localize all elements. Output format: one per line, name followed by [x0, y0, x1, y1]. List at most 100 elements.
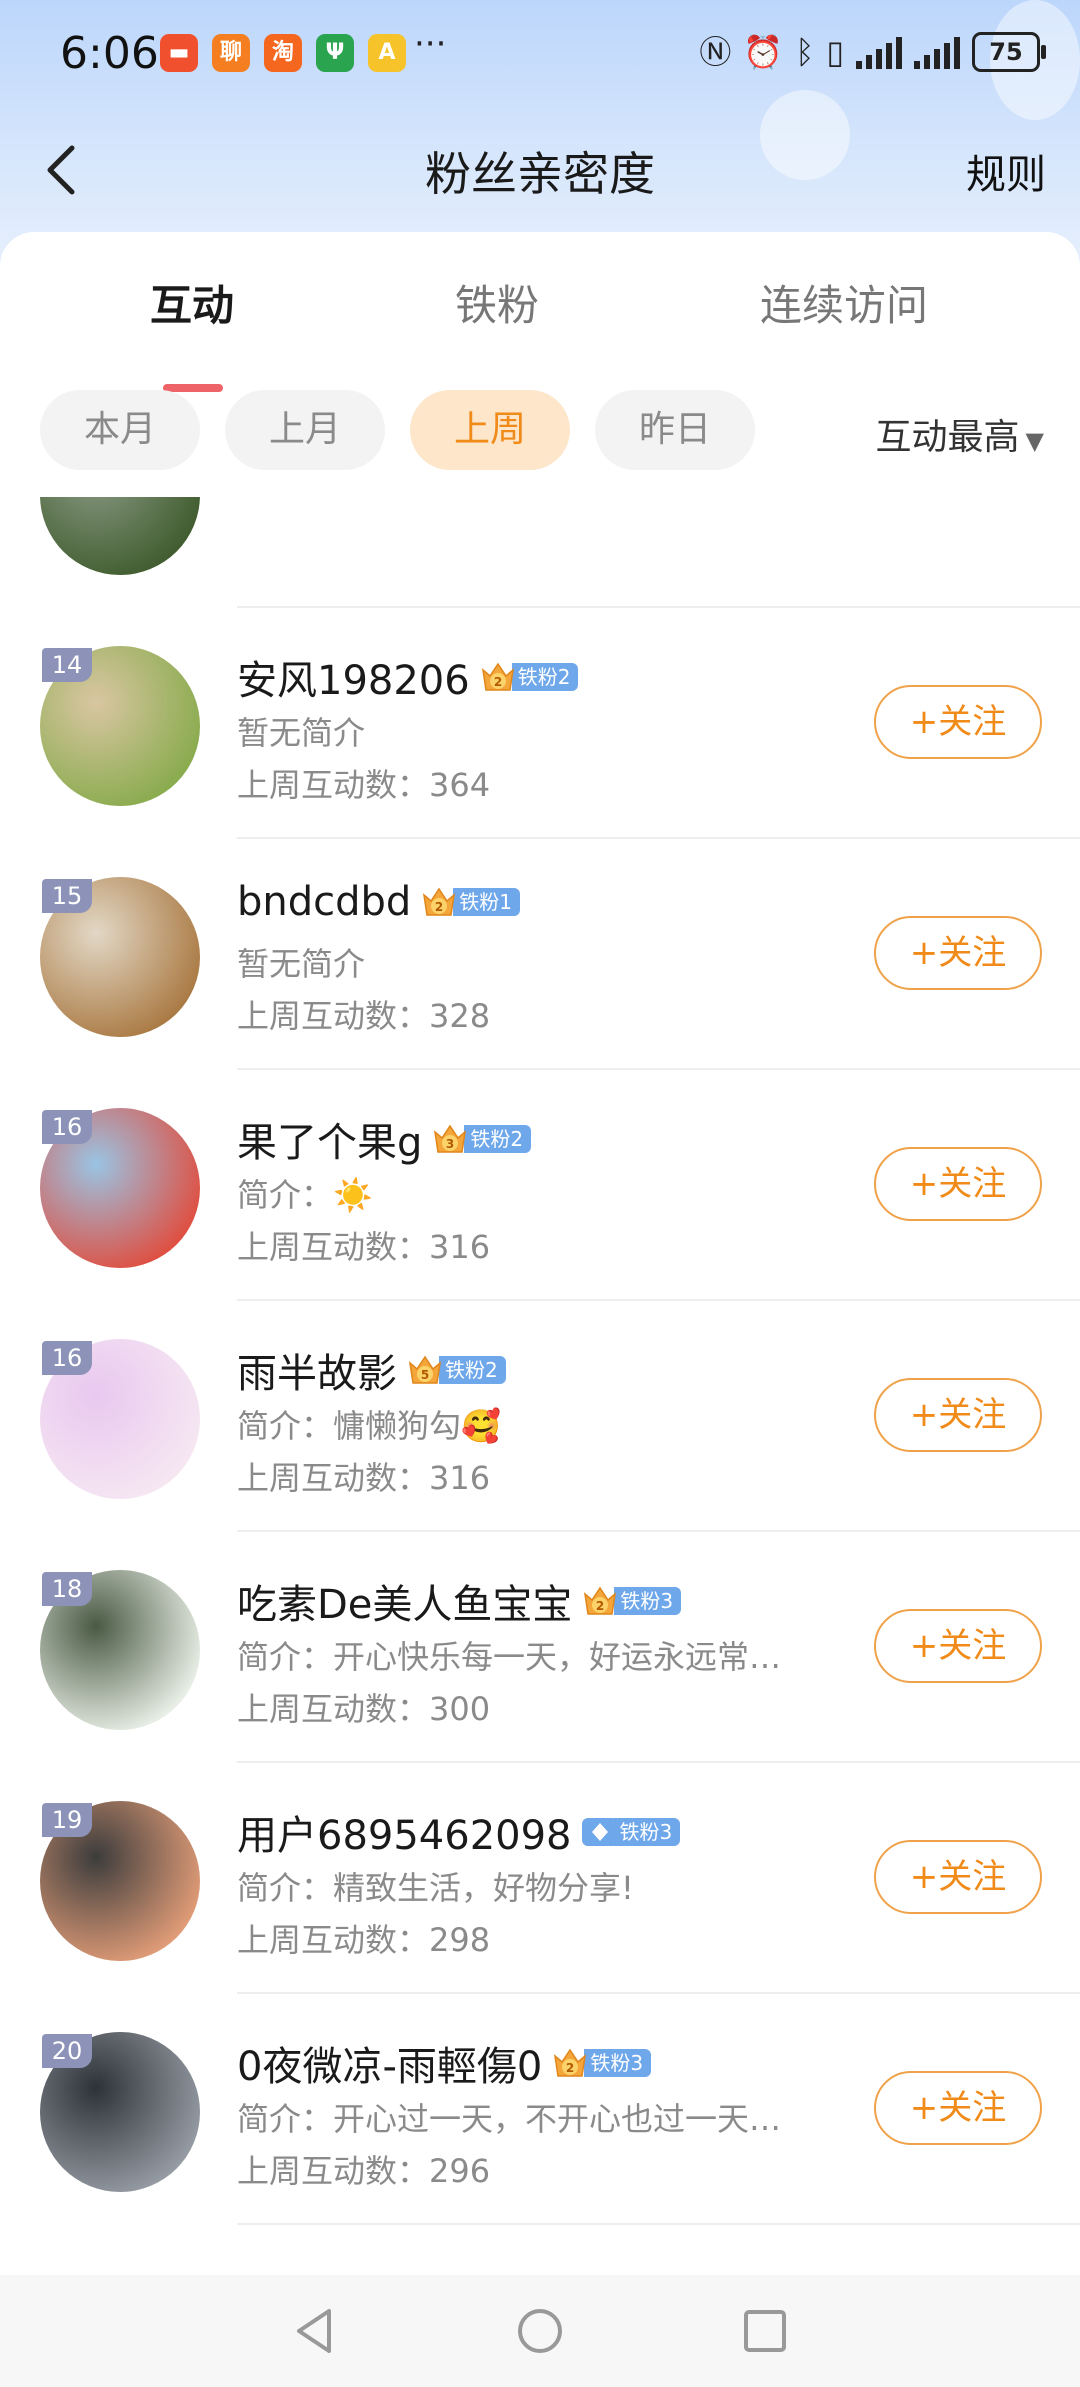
rank-badge: 16	[42, 1341, 92, 1375]
follow-button[interactable]: +关注	[874, 2071, 1042, 2145]
badge-label: 铁粉2	[439, 1356, 506, 1384]
chat-app-icon: 聊	[212, 34, 250, 72]
crown-icon: 2	[582, 1584, 618, 1618]
crown-level: 2	[596, 1599, 604, 1613]
fan-intro: 简介：开心过一天，不开心也过一天…	[237, 2100, 782, 2138]
fan-name[interactable]: 吃素De美人鱼宝宝	[237, 1572, 572, 1630]
crown-icon: 2	[421, 885, 457, 919]
fan-row[interactable]: 19 用户6895462098 铁粉3 简介：精致生活，好物分享! 上周互动数：298 +…	[0, 1763, 1080, 1994]
triangle-down-icon: ▼	[1025, 427, 1044, 455]
follow-button[interactable]: +关注	[874, 1378, 1042, 1452]
fan-intro: 暂无简介	[237, 714, 366, 752]
iron-fan-badge: 铁粉3	[581, 1815, 681, 1849]
battery-indicator: 75	[972, 32, 1046, 72]
nav-back-icon[interactable]	[287, 2303, 343, 2359]
fan-name[interactable]: 用户6895462098	[237, 1803, 572, 1861]
fan-row[interactable]: 16 雨半故影 5 铁粉2 简介：慵懒狗勾🥰 上周互动数：316 +关注	[0, 1301, 1080, 1532]
sort-dropdown[interactable]: 互动最高 ▼	[876, 408, 1044, 460]
badge-label: 铁粉3	[613, 1818, 681, 1846]
bluetooth-icon: ᛒ	[795, 33, 815, 71]
iron-fan-badge: 2 铁粉3	[582, 1584, 682, 1618]
rank-badge: 16	[42, 1110, 92, 1144]
follow-button[interactable]: +关注	[874, 1840, 1042, 1914]
rank-badge: 18	[42, 1572, 92, 1606]
sort-label: 互动最高	[875, 417, 1020, 458]
iron-fan-badge: 2 铁粉3	[552, 2046, 652, 2080]
interaction-count: 上周互动数：298	[237, 1921, 491, 1959]
fan-name[interactable]: bndcdbd	[237, 879, 411, 925]
rules-link[interactable]: 规则	[966, 142, 1046, 200]
tab-interaction[interactable]: 互动	[150, 272, 234, 333]
filter-last-month[interactable]: 上月	[225, 390, 385, 470]
signal-icon	[856, 35, 902, 69]
orange-square-app-icon: ▬	[160, 34, 198, 72]
time-filter-bar: 本月 上月 上周 昨日 互动最高 ▼	[0, 390, 1080, 474]
follow-button[interactable]: +关注	[874, 916, 1042, 990]
fan-row[interactable]: 15 bndcdbd 2 铁粉1 暂无简介上周互动数：328 +关注	[0, 839, 1080, 1070]
fan-name[interactable]: 0夜微凉-雨輕傷0	[237, 2034, 542, 2092]
follow-button[interactable]: +关注	[874, 685, 1042, 759]
tab-consecutive-visits[interactable]: 连续访问	[760, 272, 928, 333]
iron-fan-badge: 2 铁粉2	[480, 660, 579, 694]
row-divider	[237, 2223, 1080, 2225]
crown-level: 2	[494, 675, 502, 689]
content-card: 互动 铁粉 连续访问 本月 上月 上周 昨日 互动最高▼ 暂无简介上周互动数：4…	[0, 232, 1080, 2387]
rank-badge: 19	[42, 1803, 92, 1837]
fan-intro: 简介：开心快乐每一天，好运永远常…	[237, 1638, 782, 1676]
badge-label: 铁粉2	[511, 663, 579, 691]
signal-icon-2	[914, 35, 960, 69]
fan-row[interactable]: 暂无简介上周互动数：432+关注	[0, 497, 1080, 608]
rank-badge: 15	[42, 879, 92, 913]
rank-badge: 20	[42, 2034, 92, 2068]
fan-name[interactable]: 果了个果g	[237, 1110, 422, 1168]
badge-label: 铁粉1	[453, 888, 521, 916]
alarm-icon: ⏰	[743, 33, 784, 71]
fan-intro: 暂无简介	[237, 945, 366, 983]
interaction-count: 上周互动数：316	[237, 1459, 491, 1497]
fan-row[interactable]: 16 果了个果g 3 铁粉2 简介：☀️ 上周互动数：316 +关注	[0, 1070, 1080, 1301]
badge-label: 铁粉2	[464, 1125, 532, 1153]
nav-home-icon[interactable]	[512, 2303, 568, 2359]
status-bar: 6:06 ▬ 聊淘 Ψ A ··· Ⓝ ⏰ ᛒ ▯ 75	[0, 0, 1080, 110]
avatar[interactable]	[40, 497, 200, 575]
filter-this-month[interactable]: 本月	[40, 390, 200, 470]
system-navigation-bar	[0, 2275, 1080, 2387]
fan-name[interactable]: 雨半故影	[237, 1341, 397, 1399]
vibrate-icon: ▯	[826, 33, 844, 71]
status-time: 6:06	[60, 28, 159, 79]
iron-fan-badge: 2 铁粉1	[421, 885, 521, 919]
filter-yesterday[interactable]: 昨日	[595, 390, 755, 470]
interaction-count: 上周互动数：300	[237, 1690, 491, 1728]
crown-icon: 2	[480, 660, 516, 694]
fan-row[interactable]: 14 安风198206 2 铁粉2 暂无简介上周互动数：364 +关注	[0, 608, 1080, 839]
nav-recents-icon[interactable]	[737, 2303, 793, 2359]
filter-last-week[interactable]: 上周	[410, 390, 570, 470]
crown-level: 5	[421, 1368, 429, 1382]
fan-intro: 简介：精致生活，好物分享!	[237, 1869, 634, 1907]
fan-row[interactable]: 18 吃素De美人鱼宝宝 2 铁粉3 简介：开心快乐每一天，好运永远常… 上周互动数：30…	[0, 1532, 1080, 1763]
a-app-icon: A	[368, 34, 406, 72]
crown-icon: 2	[552, 2046, 588, 2080]
title-bar: 粉丝亲密度 规则	[0, 120, 1080, 220]
fan-intro: 简介：☀️	[237, 1176, 373, 1214]
fan-list: 暂无简介上周互动数：432+关注14安风1982062铁粉2暂无简介上周互动数：…	[0, 497, 1080, 2267]
fan-name[interactable]: 安风198206	[237, 648, 470, 706]
nfc-icon: Ⓝ	[699, 33, 732, 71]
interaction-count: 上周互动数：364	[237, 766, 491, 804]
fan-intro: 简介：慵懒狗勾🥰	[237, 1407, 501, 1445]
interaction-count: 上周互动数：328	[237, 997, 491, 1035]
page-title: 粉丝亲密度	[425, 147, 655, 201]
follow-button[interactable]: +关注	[874, 1609, 1042, 1683]
fan-row[interactable]: 20 0夜微凉-雨輕傷0 2 铁粉3 简介：开心过一天，不开心也过一天… 上周互动数：29…	[0, 1994, 1080, 2225]
crown-icon: 5	[407, 1353, 443, 1387]
badge-label: 铁粉3	[614, 1587, 682, 1615]
crown-level: 2	[566, 2061, 574, 2075]
badge-label: 铁粉3	[584, 2049, 652, 2077]
more-notifications-icon: ···	[414, 24, 447, 64]
crown-level: 3	[446, 1137, 454, 1151]
rank-badge: 14	[42, 648, 92, 682]
follow-button[interactable]: +关注	[874, 1147, 1042, 1221]
interaction-count: 上周互动数：296	[237, 2152, 491, 2190]
iron-fan-badge: 3 铁粉2	[432, 1122, 532, 1156]
tab-iron-fans[interactable]: 铁粉	[455, 272, 539, 333]
